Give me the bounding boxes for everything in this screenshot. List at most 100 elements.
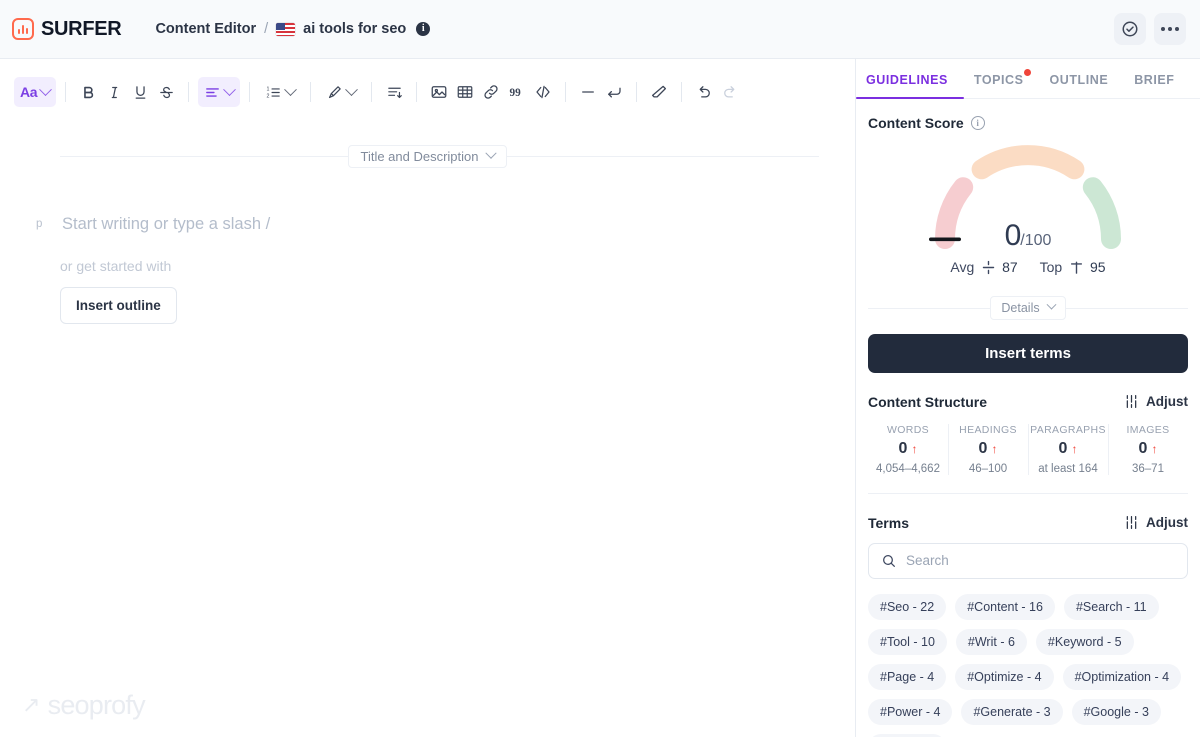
chevron-down-icon	[345, 82, 359, 96]
svg-text:2: 2	[267, 93, 270, 99]
underline-button[interactable]	[127, 77, 153, 107]
term-tag[interactable]: #Google - 3	[1071, 698, 1161, 725]
content-structure-adjust-button[interactable]: Adjust	[1124, 394, 1188, 409]
stat-label: HEADINGS	[959, 423, 1017, 436]
ordered-list-icon: 1 2	[267, 86, 281, 99]
indent-button[interactable]	[381, 77, 407, 107]
redo-icon	[724, 86, 735, 98]
toolbar-divider	[681, 82, 683, 102]
guidelines-panel: GUIDELINES TOPICS OUTLINE BRIEF Content …	[855, 59, 1200, 737]
title-and-description-dropdown[interactable]: Title and Description	[348, 144, 507, 168]
redo-button[interactable]	[717, 77, 743, 107]
tab-outline-label: OUTLINE	[1049, 73, 1109, 87]
avg-label: Avg	[950, 259, 975, 275]
brush-icon	[329, 85, 342, 98]
brand-name: SURFER	[41, 17, 122, 40]
bold-icon	[83, 86, 93, 98]
tab-guidelines[interactable]: GUIDELINES	[856, 73, 964, 99]
term-tag[interactable]: #Optimization - 4	[1062, 663, 1182, 690]
font-style-dropdown[interactable]: Aa	[14, 77, 57, 107]
image-button[interactable]	[426, 77, 452, 107]
italic-button[interactable]	[101, 77, 127, 107]
stat-value: 0	[898, 439, 908, 457]
insert-outline-button[interactable]: Insert outline	[60, 287, 177, 324]
term-tag[interactable]: #Rank - 3	[868, 733, 947, 737]
watermark-label: seoprofy	[47, 690, 146, 720]
term-tag[interactable]: #Content - 16	[955, 593, 1055, 620]
font-size-label: Aa	[20, 84, 38, 100]
toolbar-divider	[310, 82, 312, 102]
more-options-button[interactable]	[1154, 13, 1186, 45]
tab-topics-label: TOPICS	[973, 73, 1024, 87]
chevron-down-icon	[284, 82, 298, 96]
quote-icon: 99	[510, 87, 522, 99]
undo-button[interactable]	[691, 77, 717, 107]
content-structure-stats: WORDS 0 ↑ 4,054–4,662 HEADINGS 0 ↑ 46–10…	[868, 422, 1188, 477]
underline-icon	[135, 85, 146, 99]
tab-outline[interactable]: OUTLINE	[1050, 73, 1109, 98]
term-tag[interactable]: #Power - 4	[868, 698, 953, 725]
document-area[interactable]: Title and Description p Start writing or…	[0, 143, 855, 324]
breadcrumb-keyword[interactable]: ai tools for seo	[303, 21, 406, 37]
svg-text:1: 1	[267, 86, 270, 92]
trend-up-icon: ↑	[991, 441, 998, 456]
toolbar-divider	[249, 82, 251, 102]
info-icon[interactable]: i	[416, 22, 431, 36]
trend-up-icon: ↑	[911, 441, 918, 456]
clear-format-button[interactable]	[646, 77, 672, 107]
ordered-list-dropdown[interactable]: 1 2	[259, 77, 301, 107]
stat-label: WORDS	[887, 423, 929, 436]
term-tag[interactable]: #Optimize - 4	[955, 663, 1054, 690]
panel-content: Content Score i 0 /100 Avg 87 Top 95 Det…	[856, 99, 1200, 737]
stat-images: IMAGES 0 ↑ 36–71	[1108, 422, 1188, 477]
sliders-icon	[1126, 516, 1137, 529]
term-tag[interactable]: #Search - 11	[1063, 593, 1159, 620]
breadcrumb-app-label[interactable]: Content Editor	[155, 21, 256, 37]
app-body: Aa 1 2 99 Title and Description p Start …	[0, 59, 1200, 737]
terms-adjust-button[interactable]: Adjust	[1124, 515, 1188, 530]
line-break-icon	[608, 87, 621, 98]
toolbar-divider	[188, 82, 190, 102]
chevron-down-icon	[39, 82, 53, 96]
content-score-label: Content Score	[868, 115, 964, 131]
check-circle-icon	[1122, 21, 1138, 37]
strikethrough-button[interactable]	[153, 77, 179, 107]
document-editor: Aa 1 2 99 Title and Description p Start …	[0, 59, 855, 737]
content-score-title: Content Score i	[868, 115, 1188, 131]
bold-button[interactable]	[75, 77, 101, 107]
paragraph-placeholder-row[interactable]: p Start writing or type a slash /	[36, 215, 819, 234]
chevron-down-icon	[223, 82, 237, 96]
tab-topics[interactable]: TOPICS	[973, 69, 1031, 98]
terms-search-box[interactable]	[868, 542, 1188, 579]
insert-terms-button[interactable]: Insert terms	[868, 333, 1188, 373]
toolbar-divider	[636, 82, 638, 102]
details-dropdown[interactable]: Details	[990, 295, 1066, 320]
surfer-logo[interactable]: SURFER	[12, 17, 122, 41]
adjust-label: Adjust	[1146, 515, 1188, 530]
link-button[interactable]	[478, 77, 504, 107]
table-button[interactable]	[452, 77, 478, 107]
term-tag[interactable]: #Writ - 6	[955, 628, 1027, 655]
term-tag[interactable]: #Seo - 22	[868, 593, 947, 620]
term-tag[interactable]: #Keyword - 5	[1035, 628, 1134, 655]
content-structure-header: Content Structure Adjust	[868, 394, 1188, 410]
code-button[interactable]	[530, 77, 556, 107]
line-break-button[interactable]	[601, 77, 627, 107]
quote-button[interactable]: 99	[504, 77, 530, 107]
terms-search-input[interactable]	[906, 553, 1175, 568]
tab-brief[interactable]: BRIEF	[1134, 73, 1174, 98]
details-row: Details	[868, 294, 1188, 322]
link-icon	[484, 85, 498, 99]
term-tag[interactable]: #Page - 4	[868, 663, 947, 690]
saved-status-button[interactable]	[1114, 13, 1146, 45]
info-icon[interactable]: i	[970, 116, 985, 130]
highlight-dropdown[interactable]	[320, 77, 362, 107]
editor-placeholder: Start writing or type a slash /	[62, 215, 271, 233]
section-divider	[868, 492, 1188, 494]
term-tag[interactable]: #Tool - 10	[868, 628, 947, 655]
adjust-label: Adjust	[1146, 394, 1188, 409]
horizontal-rule-button[interactable]	[575, 77, 601, 107]
term-tag[interactable]: #Generate - 3	[961, 698, 1063, 725]
align-dropdown[interactable]	[198, 77, 241, 107]
content-structure-title: Content Structure	[868, 393, 987, 410]
